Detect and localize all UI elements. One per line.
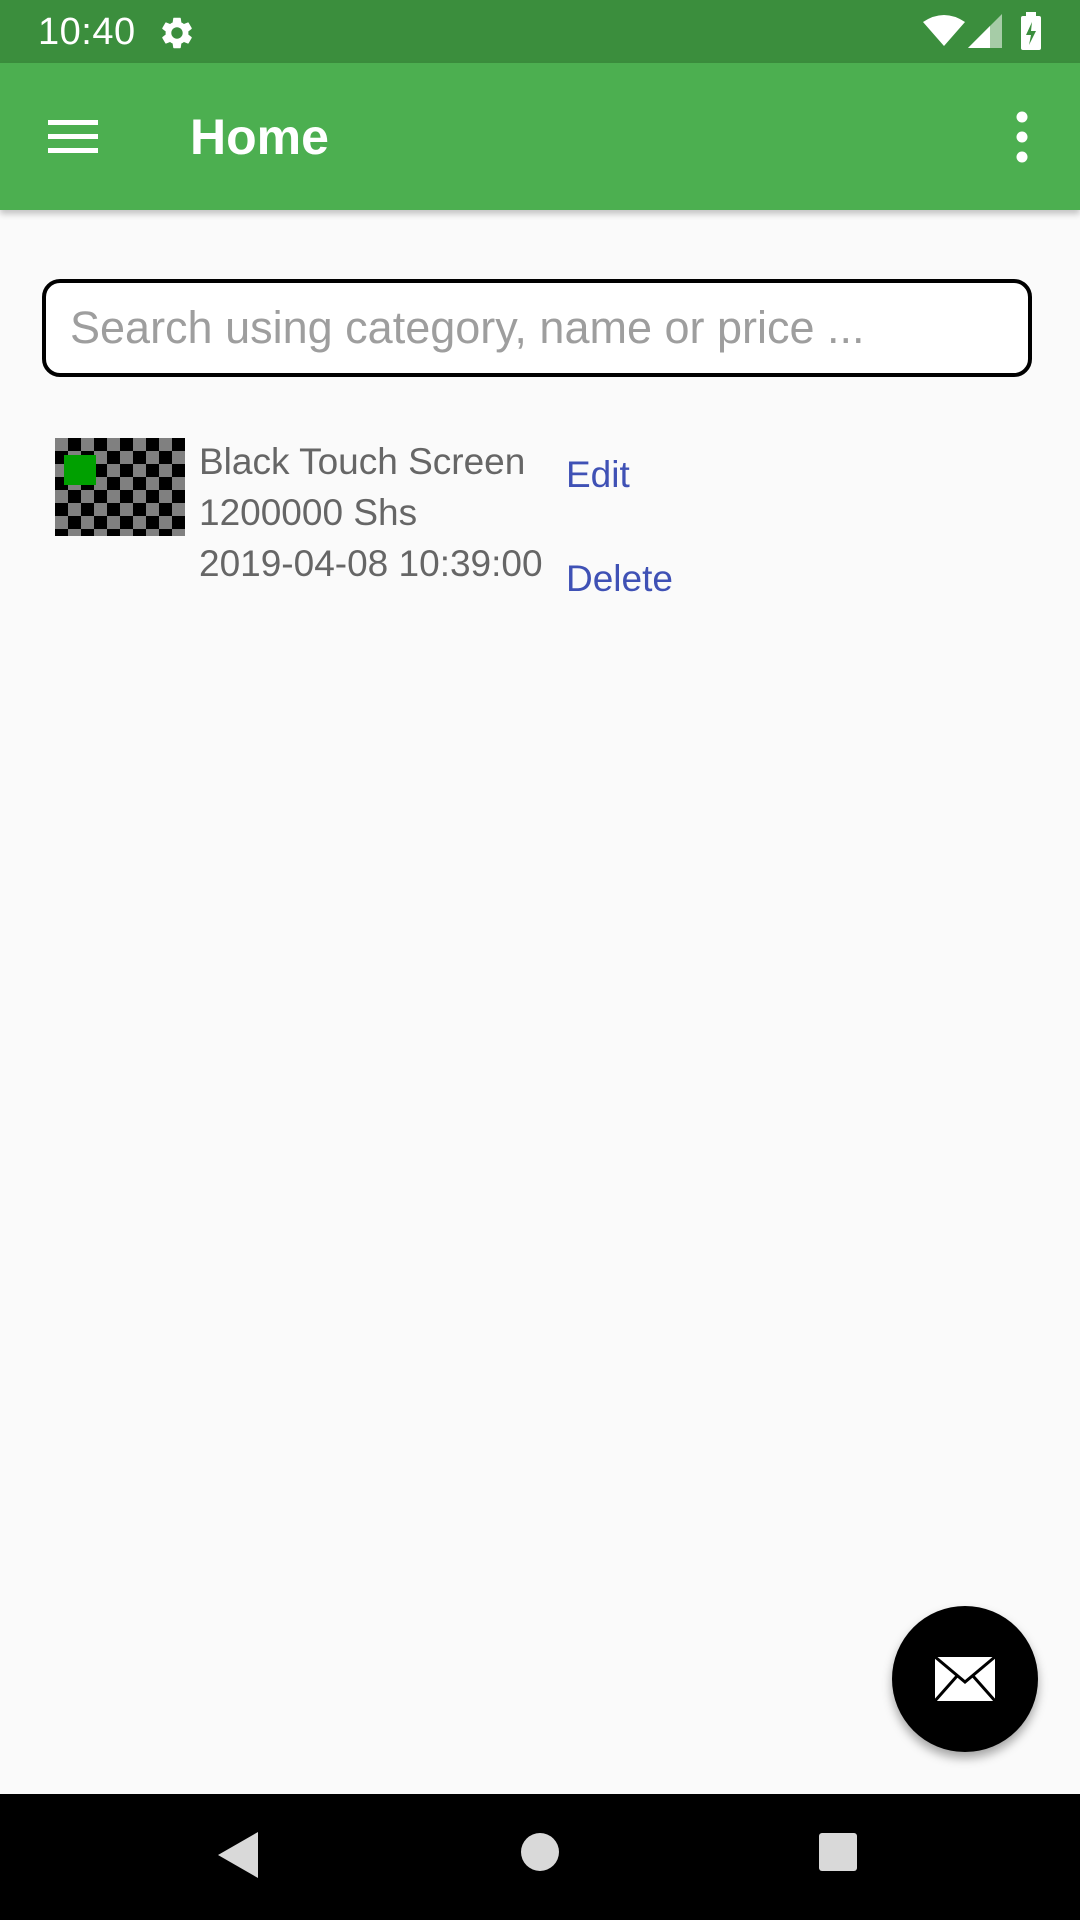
status-bar: 10:40 <box>0 0 1080 63</box>
back-icon[interactable] <box>216 1830 260 1880</box>
mail-fab-button[interactable] <box>892 1606 1038 1752</box>
page-title: Home <box>190 109 329 165</box>
battery-icon <box>1021 12 1041 50</box>
home-icon[interactable] <box>520 1832 560 1872</box>
menu-icon[interactable] <box>40 107 106 165</box>
thumbnail-mark <box>64 455 96 485</box>
navigation-bar <box>0 1794 1080 1920</box>
app-bar: Home <box>0 63 1080 210</box>
recents-icon[interactable] <box>818 1832 858 1872</box>
item-price: 1200000 Shs <box>199 492 418 533</box>
wifi-icon <box>923 15 965 46</box>
gear-icon <box>162 17 192 49</box>
item-details: Black Touch Screen 1200000 Shs 2019-04-0… <box>199 436 543 589</box>
more-vert-icon[interactable] <box>1000 107 1044 167</box>
search-box <box>42 279 1032 377</box>
item-thumbnail <box>55 438 185 536</box>
item-name: Black Touch Screen <box>199 441 526 482</box>
item-date: 2019-04-08 10:39:00 <box>199 543 543 584</box>
signal-icon <box>968 14 1002 48</box>
edit-button[interactable]: Edit <box>566 453 630 497</box>
status-time: 10:40 <box>38 11 136 53</box>
delete-button[interactable]: Delete <box>566 557 673 601</box>
search-input[interactable] <box>70 283 1004 373</box>
mail-icon <box>932 1654 998 1703</box>
